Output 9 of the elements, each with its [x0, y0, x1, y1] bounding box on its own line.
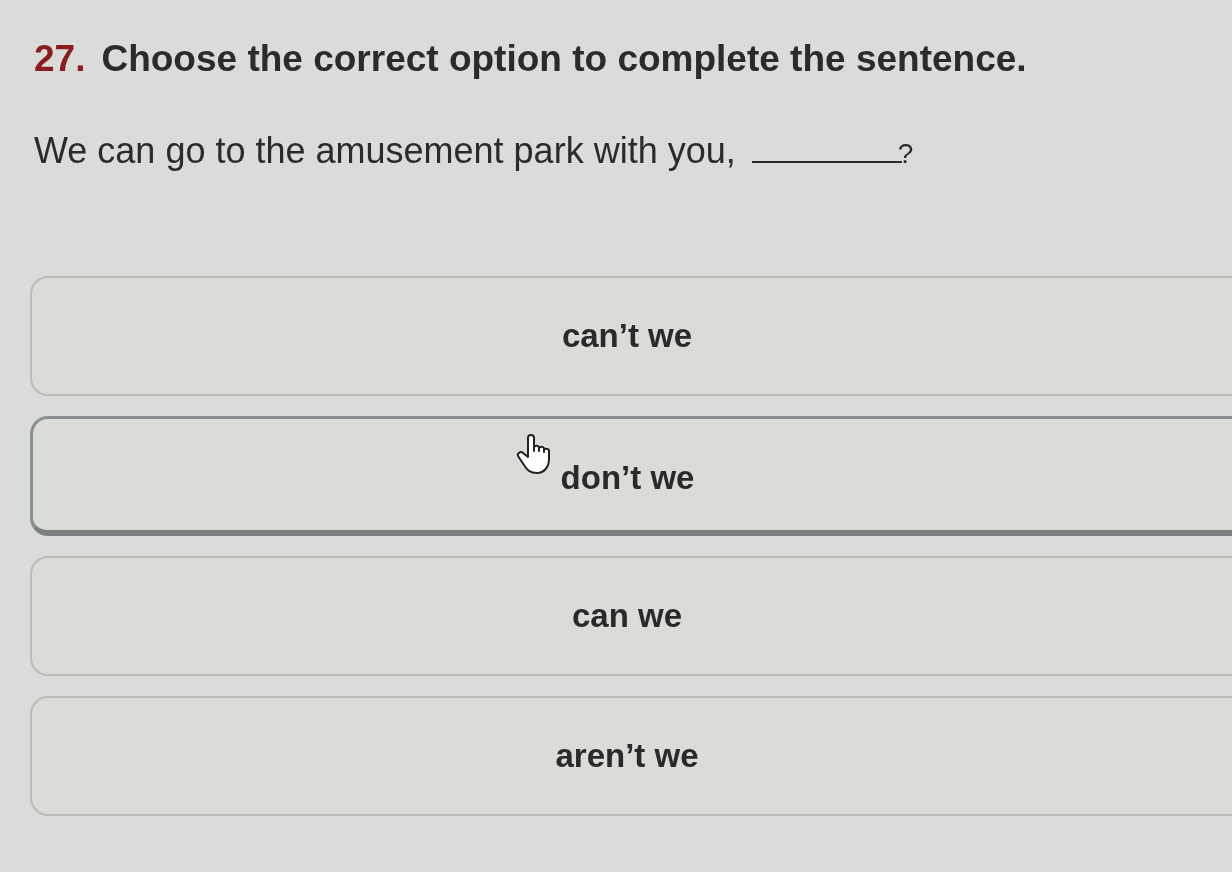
- hand-cursor-icon: [515, 433, 553, 475]
- question-prompt: Choose the correct option to complete the sentence.: [101, 38, 1027, 80]
- answer-option[interactable]: can we: [30, 556, 1232, 676]
- question-mark: ?: [897, 138, 914, 170]
- question-number: 27.: [34, 38, 86, 80]
- answer-option[interactable]: don’t we: [30, 416, 1232, 536]
- sentence-text: We can go to the amusement park with you,: [34, 130, 736, 172]
- answer-option[interactable]: can’t we: [30, 276, 1232, 396]
- answer-option[interactable]: aren’t we: [30, 696, 1232, 816]
